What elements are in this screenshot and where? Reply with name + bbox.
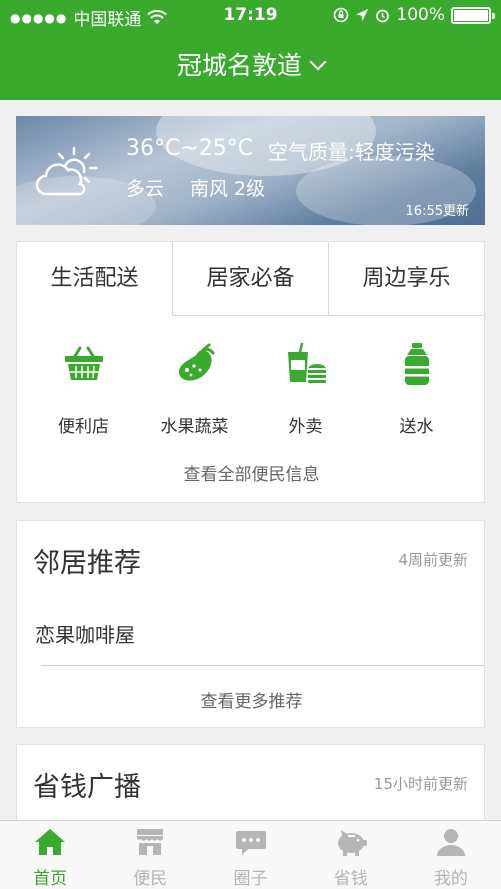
location-selector[interactable]: 冠城名敦道 bbox=[0, 46, 501, 82]
tab-home-essentials[interactable]: 居家必备 bbox=[172, 242, 328, 316]
eggplant-icon bbox=[178, 343, 214, 381]
air-quality: 空气质量:轻度污染 bbox=[268, 140, 435, 164]
service-label: 便利店 bbox=[58, 417, 109, 437]
location-arrow-icon bbox=[356, 9, 369, 21]
tab-nearby-fun[interactable]: 周边享乐 bbox=[328, 242, 484, 316]
tab-label: 省钱 bbox=[333, 869, 368, 889]
service-fruit-veg[interactable]: 水果蔬菜 bbox=[139, 342, 250, 437]
weather-condition: 多云 bbox=[126, 178, 165, 200]
service-convenience-store[interactable]: 便利店 bbox=[28, 342, 139, 437]
tab-mine[interactable]: 我的 bbox=[401, 821, 501, 889]
top-bar: ●●●●● 中国联通 17:19 100% 冠城名敦道 bbox=[0, 0, 501, 100]
battery-icon bbox=[451, 6, 495, 24]
bottom-tab-bar: 首页 便民 圈子 省钱 我的 bbox=[0, 820, 501, 889]
neighbor-recommend-card: 邻居推荐 4周前更新 恋果咖啡屋 查看更多推荐 bbox=[16, 520, 485, 728]
tab-circle[interactable]: 圈子 bbox=[200, 821, 300, 889]
home-icon bbox=[35, 829, 66, 855]
battery-percent: 100% bbox=[396, 5, 445, 25]
basket-icon bbox=[64, 346, 103, 380]
shop-icon bbox=[137, 829, 164, 855]
chevron-down-icon bbox=[309, 53, 327, 71]
user-icon bbox=[436, 829, 465, 856]
status-bar: ●●●●● 中国联通 17:19 100% bbox=[0, 0, 501, 32]
cloudy-weather-icon bbox=[35, 146, 98, 196]
chat-icon bbox=[235, 831, 266, 855]
service-label: 送水 bbox=[399, 417, 434, 437]
section-title: 邻居推荐 bbox=[33, 548, 141, 579]
see-all-services-link[interactable]: 查看全部便民信息 bbox=[17, 460, 486, 485]
section-update-time: 15小时前更新 bbox=[373, 775, 468, 793]
service-takeout[interactable]: 外卖 bbox=[250, 342, 361, 437]
wind-info: 南风 2级 bbox=[190, 178, 266, 200]
section-update-time: 4周前更新 bbox=[398, 551, 468, 569]
tab-convenience[interactable]: 便民 bbox=[100, 821, 200, 889]
rotation-lock-icon bbox=[334, 7, 349, 23]
service-tabs: 生活配送 居家必备 周边享乐 bbox=[17, 242, 484, 316]
divider bbox=[41, 665, 484, 666]
piggy-bank-icon bbox=[337, 830, 367, 856]
temperature-range: 36°C~25°C bbox=[126, 136, 254, 161]
tab-label: 便民 bbox=[133, 869, 168, 889]
weather-update-time: 16:55更新 bbox=[405, 204, 469, 219]
service-label: 水果蔬菜 bbox=[160, 417, 229, 437]
tab-label: 圈子 bbox=[233, 869, 268, 889]
location-title: 冠城名敦道 bbox=[176, 51, 302, 80]
takeout-icon bbox=[287, 342, 326, 383]
tab-label: 我的 bbox=[433, 869, 468, 889]
tab-savings[interactable]: 省钱 bbox=[301, 821, 401, 889]
service-water-delivery[interactable]: 送水 bbox=[361, 342, 472, 437]
service-label: 外卖 bbox=[288, 417, 323, 437]
services-card: 生活配送 居家必备 周边享乐 便利店 水果蔬菜 外卖 送水 查看全部便民信息 bbox=[16, 241, 485, 503]
weather-card[interactable]: 36°C~25°C 空气质量:轻度污染 多云 南风 2级 16:55更新 bbox=[16, 116, 485, 225]
tab-label: 首页 bbox=[33, 869, 68, 889]
section-title: 省钱广播 bbox=[33, 772, 141, 803]
water-bottle-icon bbox=[404, 343, 429, 385]
tab-life-delivery[interactable]: 生活配送 bbox=[17, 242, 172, 316]
recommend-item[interactable]: 恋果咖啡屋 bbox=[35, 619, 135, 648]
alarm-icon bbox=[376, 9, 390, 22]
tab-home[interactable]: 首页 bbox=[0, 821, 100, 889]
see-more-recommend-link[interactable]: 查看更多推荐 bbox=[17, 687, 486, 712]
